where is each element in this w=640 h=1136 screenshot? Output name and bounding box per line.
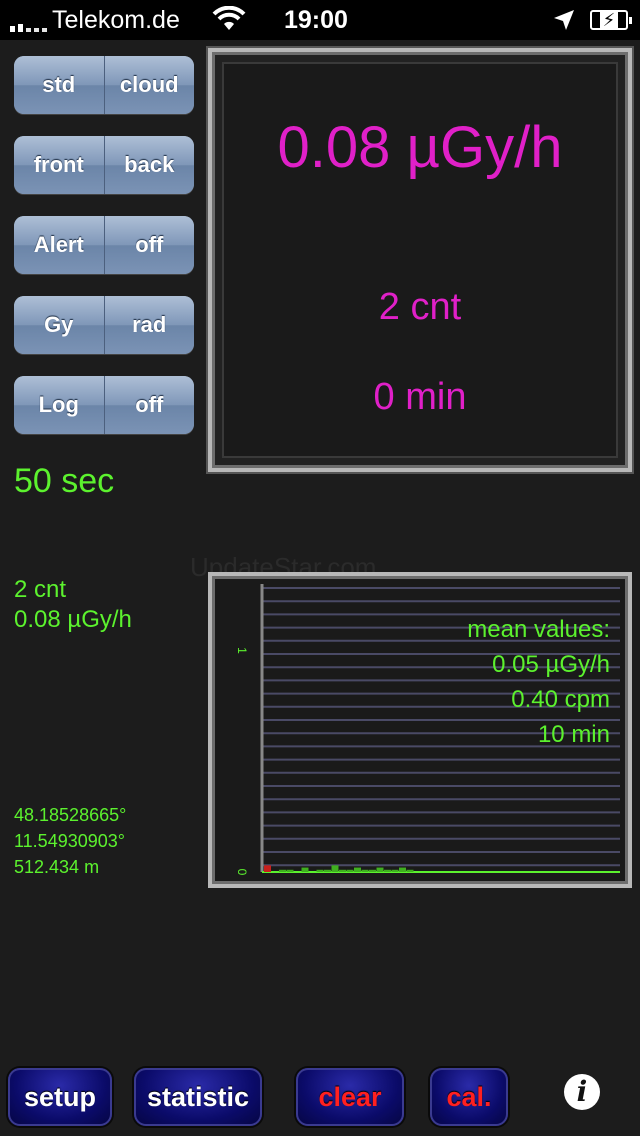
chart-bar xyxy=(369,869,376,872)
chart-bar xyxy=(391,869,399,872)
toggle-option-rad[interactable]: rad xyxy=(103,296,194,354)
duration-value: 0 min xyxy=(373,376,467,418)
readout-display: 0.08 µGy/h 2 cnt 0 min xyxy=(222,62,618,458)
chart-bar xyxy=(406,869,414,872)
clear-button[interactable]: clear xyxy=(296,1068,404,1126)
wifi-icon xyxy=(212,5,246,39)
y-tick-label: 0 xyxy=(235,869,249,876)
chart-bar xyxy=(331,865,339,872)
toggle-std-cloud[interactable]: std cloud xyxy=(14,56,194,114)
chart-bar xyxy=(354,867,361,872)
chart-bar xyxy=(339,869,346,872)
chart-bar xyxy=(301,867,309,872)
last-count: 2 cnt xyxy=(14,576,67,603)
status-bar: Telekom.de 19:00 ⚡ xyxy=(0,0,640,40)
clock: 19:00 xyxy=(284,6,348,34)
info-icon[interactable]: i xyxy=(564,1074,600,1110)
measurement-timer: 50 sec xyxy=(14,462,115,500)
toggle-alert[interactable]: Alert off xyxy=(14,216,194,274)
chart-bar xyxy=(316,869,324,872)
signal-icon xyxy=(10,12,47,32)
toggle-log[interactable]: Log off xyxy=(14,376,194,434)
toggle-option-front[interactable]: front xyxy=(14,136,104,194)
last-dose-rate: 0.08 µGy/h xyxy=(14,606,132,633)
chart-bar xyxy=(286,869,294,872)
mean-values-title: mean values: xyxy=(467,616,610,643)
count-value: 2 cnt xyxy=(378,286,462,328)
chart-bar xyxy=(399,867,406,872)
toggle-option-log[interactable]: Log xyxy=(14,376,104,434)
chart-bar xyxy=(264,865,271,872)
toggle-option-log-off[interactable]: off xyxy=(103,376,194,434)
statistic-button[interactable]: statistic xyxy=(134,1068,262,1126)
chart-bar xyxy=(376,867,384,872)
history-chart: 0 1 mean values: 0.05 µGy/h 0.40 cpm 10 m… xyxy=(208,572,632,888)
dose-readout-panel: 0.08 µGy/h 2 cnt 0 min xyxy=(208,48,632,472)
toggle-option-gy[interactable]: Gy xyxy=(14,296,104,354)
mean-duration: 10 min xyxy=(537,721,610,748)
mean-dose-rate: 0.05 µGy/h xyxy=(492,651,610,678)
gps-latitude: 48.18528665° xyxy=(14,805,127,825)
calibrate-button[interactable]: cal. xyxy=(430,1068,508,1126)
toggle-option-std[interactable]: std xyxy=(14,56,104,114)
toggle-option-alert-off[interactable]: off xyxy=(103,216,194,274)
setup-button[interactable]: setup xyxy=(8,1068,112,1126)
toggle-option-cloud[interactable]: cloud xyxy=(103,56,194,114)
toggle-option-back[interactable]: back xyxy=(103,136,194,194)
chart-bar xyxy=(346,869,354,872)
toggle-unit[interactable]: Gy rad xyxy=(14,296,194,354)
mean-cpm: 0.40 cpm xyxy=(511,686,610,713)
carrier-name: Telekom.de xyxy=(52,6,180,34)
gps-longitude: 11.54930903° xyxy=(14,831,125,851)
dose-rate-value: 0.08 µGy/h xyxy=(277,115,563,180)
chart-bar xyxy=(279,869,286,872)
toggle-option-alert[interactable]: Alert xyxy=(14,216,104,274)
chart-bar xyxy=(361,869,369,872)
battery-icon: ⚡ xyxy=(590,10,632,30)
location-arrow-icon xyxy=(552,8,576,39)
chart-bar xyxy=(384,869,391,872)
toggle-front-back[interactable]: front back xyxy=(14,136,194,194)
chart-bar xyxy=(324,869,331,872)
y-tick-label: 1 xyxy=(235,647,249,654)
gps-altitude: 512.434 m xyxy=(14,857,100,877)
